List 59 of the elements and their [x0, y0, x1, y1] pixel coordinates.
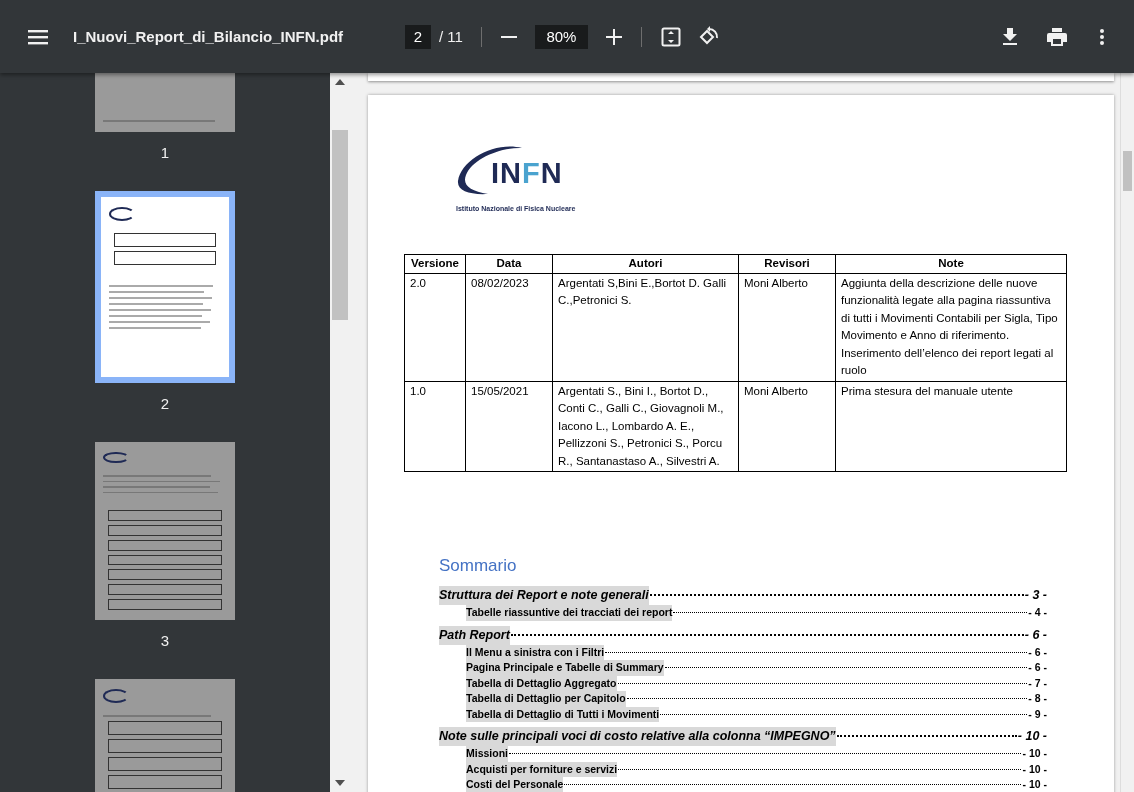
toc-page-number: - 4 - — [1028, 605, 1047, 620]
toc-entry[interactable]: Tabella di Dettaglio per Capitolo — [466, 691, 626, 707]
toc-entry[interactable]: Missioni — [466, 746, 508, 762]
toc-entry[interactable]: Acquisti per forniture e servizi — [466, 761, 618, 777]
page-thumbnail[interactable] — [95, 191, 235, 383]
table-cell: Moni Alberto — [738, 273, 836, 381]
table-cell: 15/05/2021 — [465, 381, 553, 472]
document-title: I_Nuovi_Report_di_Bilancio_INFN.pdf — [73, 28, 345, 45]
table-cell: Aggiunta della descrizione delle nuove funzionalità legate alla pagina riassuntiva di tutti i Movimenti Contabili per Sigla, Tipo Movimento e Anno di riferimento. Inserimento dell’elenco dei report legati al ruolo — [835, 273, 1067, 381]
column-header: Revisori — [738, 254, 836, 273]
page-total: / 11 — [439, 28, 463, 45]
scrollbar[interactable] — [1120, 73, 1134, 792]
toc-page-number: - 6 - — [1028, 644, 1047, 660]
fit-page-button[interactable] — [659, 25, 682, 48]
toc-page-number: - 3 - — [1024, 587, 1047, 604]
toc-page-number: - 6 - — [1028, 660, 1047, 675]
table-cell: 08/02/2023 — [465, 273, 553, 381]
zoom-field[interactable]: 80% — [534, 24, 588, 49]
scroll-down-icon[interactable] — [335, 780, 345, 786]
toc-page-number: - 10 - — [1022, 777, 1047, 792]
logo-wordmark: INFN — [491, 157, 563, 190]
page-number-label: 3 — [160, 632, 170, 649]
toc-entry[interactable]: Tabelle riassuntive dei tracciati dei report — [466, 605, 673, 621]
toc-entry[interactable]: Costi del Personale — [466, 777, 564, 792]
column-header: Autori — [552, 254, 739, 273]
table-cell: 2.0 — [404, 273, 466, 381]
column-header: Data — [465, 254, 553, 273]
toc-page-number: - 10 - — [1022, 761, 1047, 777]
section-heading: Sommario — [439, 556, 518, 576]
scrollbar-thumb[interactable] — [332, 130, 348, 320]
scrollbar[interactable] — [330, 73, 350, 792]
toc-page-number: - 7 - — [1028, 675, 1047, 691]
table-cell: 1.0 — [404, 381, 466, 472]
table-cell: Argentati S,Bini E.,Bortot D. Galli C.,Petronici S. — [552, 273, 739, 381]
minus-icon — [500, 35, 517, 38]
table-cell: Moni Alberto — [738, 381, 836, 472]
zoom-in-button[interactable] — [604, 27, 623, 46]
toc-page-number: - 9 - — [1028, 706, 1047, 722]
table-cell: Prima stesura del manuale utente — [835, 381, 1067, 472]
more-options-icon — [1100, 28, 1104, 45]
scroll-up-icon[interactable] — [335, 79, 345, 85]
toc-page-number: - 10 - — [1017, 728, 1047, 745]
page-number-label: 2 — [160, 395, 170, 412]
page-number-field[interactable]: 2 — [405, 24, 431, 49]
table-cell: Argentati S., Bini I., Bortot D., Conti C., Galli C., Giovagnoli M., Iacono L., Lombardo A. E., Pellizzoni S., Petronici S., Porcu R., Santanastaso A., Silvestri A. — [552, 381, 739, 472]
page-thumbnail[interactable] — [95, 442, 235, 620]
column-header: Note — [835, 254, 1067, 273]
toc-entry[interactable]: Pagina Principale e Tabelle di Summary — [466, 660, 664, 676]
column-header: Versione — [404, 254, 466, 273]
toc-entry[interactable]: Path Report — [439, 625, 510, 645]
toc-page-number: - 8 - — [1028, 691, 1047, 706]
scrollbar-thumb[interactable] — [1123, 151, 1132, 191]
toc-page-number: - 10 - — [1022, 746, 1047, 761]
page-thumbnail[interactable] — [95, 73, 235, 132]
toc-entry[interactable]: Note sulle principali voci di costo relative alla colonna “IMPEGNO” — [439, 727, 836, 746]
toc-entry[interactable]: Il Menu a sinistra con i Filtri — [466, 644, 605, 660]
toc-page-number: - 6 - — [1024, 626, 1047, 644]
page-number-label: 1 — [160, 144, 170, 161]
toc-entry[interactable]: Struttura dei Report e note generali — [439, 586, 649, 605]
